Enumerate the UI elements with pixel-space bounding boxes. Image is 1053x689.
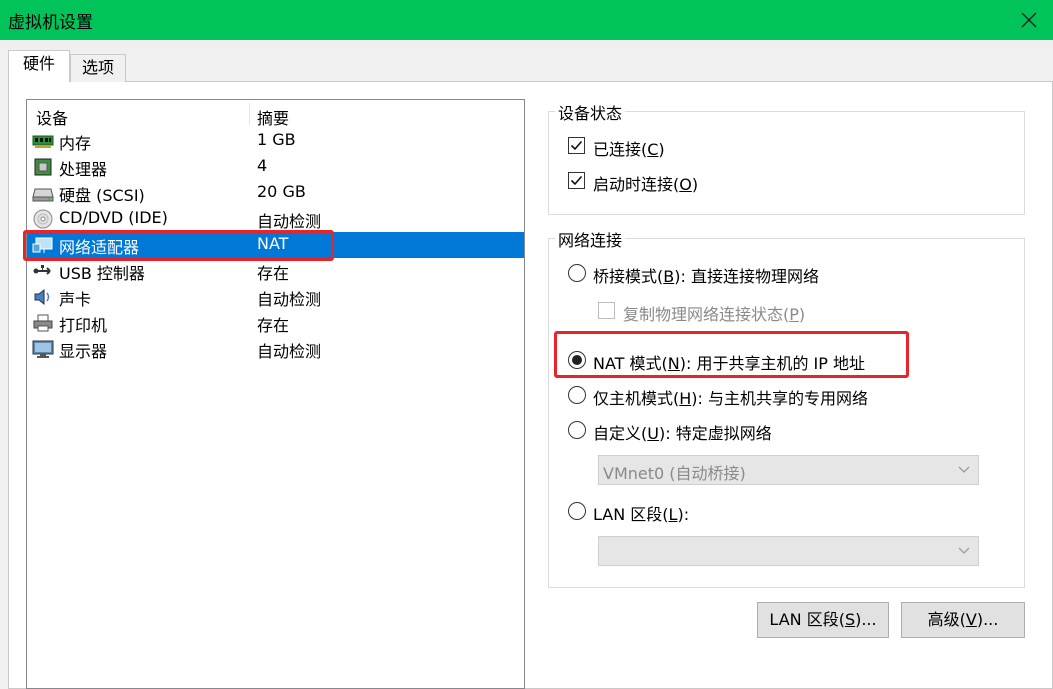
close-icon bbox=[1021, 12, 1037, 28]
label-text: 已连接( bbox=[593, 140, 648, 159]
label-text-end: ) bbox=[798, 305, 806, 324]
close-button[interactable] bbox=[1014, 5, 1044, 35]
custom-network-select[interactable]: VMnet0 (自动桥接) bbox=[598, 455, 979, 485]
device-name: 声卡 bbox=[59, 290, 92, 309]
printer-icon bbox=[33, 314, 53, 332]
lan-segment-label[interactable]: LAN 区段(L): bbox=[593, 501, 689, 525]
device-summary: 自动检测 bbox=[257, 342, 322, 361]
window-title: 虚拟机设置 bbox=[8, 13, 93, 33]
host-only-label[interactable]: 仅主机模式(H): 与主机共享的专用网络 bbox=[593, 385, 868, 409]
memory-icon bbox=[32, 135, 54, 148]
button-text: LAN 区段( bbox=[769, 610, 845, 629]
device-row-printer[interactable]: 打印机 存在 bbox=[27, 310, 524, 336]
title-bar: 虚拟机设置 bbox=[0, 0, 1053, 40]
device-summary: 自动检测 bbox=[257, 212, 322, 231]
button-text-end: )... bbox=[855, 610, 877, 629]
device-summary: 4 bbox=[257, 156, 268, 175]
replicate-state-label[interactable]: 复制物理网络连接状态(P) bbox=[623, 301, 805, 325]
access-key: H bbox=[679, 389, 692, 408]
label-text: 桥接模式( bbox=[593, 267, 664, 286]
chevron-down-icon bbox=[958, 547, 970, 554]
host-only-radio[interactable] bbox=[568, 386, 586, 404]
access-key: B bbox=[663, 267, 675, 286]
access-key: P bbox=[789, 305, 799, 324]
device-summary: 20 GB bbox=[257, 182, 306, 201]
usb-icon bbox=[33, 265, 51, 275]
chevron-down-icon bbox=[958, 466, 970, 473]
device-row-usb[interactable]: USB 控制器 存在 bbox=[27, 258, 524, 284]
access-key: O bbox=[679, 175, 692, 194]
device-name: CD/DVD (IDE) bbox=[59, 208, 168, 227]
label-text: 自定义( bbox=[593, 424, 648, 443]
column-header-summary[interactable]: 摘要 bbox=[257, 105, 289, 129]
network-connection-title: 网络连接 bbox=[555, 227, 626, 251]
list-header: 设备 摘要 bbox=[27, 100, 524, 128]
label-text: 仅主机模式( bbox=[593, 389, 680, 408]
highlight-box-nat bbox=[554, 331, 909, 378]
device-status-title: 设备状态 bbox=[555, 100, 626, 124]
device-summary: 存在 bbox=[257, 316, 290, 335]
device-summary: 1 GB bbox=[257, 130, 296, 149]
lan-segments-button[interactable]: LAN 区段(S)... bbox=[757, 602, 889, 638]
column-header-device[interactable]: 设备 bbox=[36, 105, 68, 129]
tab-options[interactable]: 选项 bbox=[70, 54, 126, 82]
connected-label[interactable]: 已连接(C) bbox=[593, 136, 665, 160]
device-row-processor[interactable]: 处理器 4 bbox=[27, 154, 524, 180]
device-row-hard-disk[interactable]: 硬盘 (SCSI) 20 GB bbox=[27, 180, 524, 206]
device-summary: 自动检测 bbox=[257, 290, 322, 309]
device-name: USB 控制器 bbox=[59, 264, 145, 283]
lan-segment-select[interactable] bbox=[598, 536, 979, 566]
replicate-state-checkbox[interactable] bbox=[598, 302, 615, 319]
device-name: 显示器 bbox=[59, 342, 108, 361]
custom-radio[interactable] bbox=[568, 421, 586, 439]
access-key: C bbox=[647, 140, 659, 159]
column-separator[interactable] bbox=[249, 103, 250, 125]
label-text-end: ): 与主机共享的专用网络 bbox=[691, 389, 869, 408]
cd-dvd-icon bbox=[33, 209, 53, 229]
device-row-memory[interactable]: 内存 1 GB bbox=[27, 128, 524, 154]
bridged-label[interactable]: 桥接模式(B): 直接连接物理网络 bbox=[593, 263, 819, 287]
custom-network-value: VMnet0 (自动桥接) bbox=[603, 464, 746, 483]
highlight-box-network-adapter bbox=[23, 230, 334, 261]
access-key: S bbox=[844, 610, 856, 629]
device-name: 内存 bbox=[59, 134, 92, 153]
label-text: 复制物理网络连接状态( bbox=[623, 305, 790, 324]
label-text-end: ): 特定虚拟网络 bbox=[658, 424, 772, 443]
device-name: 硬盘 (SCSI) bbox=[59, 186, 145, 205]
display-icon bbox=[32, 340, 54, 358]
lan-segment-radio[interactable] bbox=[568, 502, 586, 520]
access-key: V bbox=[965, 610, 977, 629]
device-row-cd-dvd[interactable]: CD/DVD (IDE) 自动检测 bbox=[27, 206, 524, 232]
device-summary: 存在 bbox=[257, 264, 290, 283]
button-text: 高级( bbox=[927, 610, 966, 629]
access-key: U bbox=[647, 424, 659, 443]
device-list[interactable]: 设备 摘要 内存 1 GB 处理器 4 硬盘 (SCSI) 20 GB CD/D… bbox=[26, 99, 525, 689]
device-name: 打印机 bbox=[59, 316, 108, 335]
hard-disk-icon bbox=[32, 188, 54, 202]
button-text-end: )... bbox=[976, 610, 999, 629]
processor-icon bbox=[34, 158, 52, 176]
label-text: LAN 区段( bbox=[593, 505, 669, 524]
checkmark-icon bbox=[570, 140, 583, 151]
custom-label[interactable]: 自定义(U): 特定虚拟网络 bbox=[593, 420, 772, 444]
device-row-display[interactable]: 显示器 自动检测 bbox=[27, 336, 524, 362]
label-text-end: ): 直接连接物理网络 bbox=[674, 267, 819, 286]
checkmark-icon bbox=[570, 175, 583, 186]
device-status-group: 设备状态 bbox=[548, 100, 1025, 215]
label-text-end: ) bbox=[691, 175, 699, 194]
bridged-radio[interactable] bbox=[568, 264, 586, 282]
connected-checkbox[interactable] bbox=[568, 137, 585, 154]
tab-hardware[interactable]: 硬件 bbox=[8, 50, 70, 82]
label-text-end: ): bbox=[677, 505, 690, 524]
sound-card-icon bbox=[34, 288, 50, 306]
label-text: 启动时连接( bbox=[593, 175, 680, 194]
connect-at-power-on-label[interactable]: 启动时连接(O) bbox=[593, 171, 698, 195]
device-name: 处理器 bbox=[59, 160, 108, 179]
device-row-sound-card[interactable]: 声卡 自动检测 bbox=[27, 284, 524, 310]
advanced-button[interactable]: 高级(V)... bbox=[901, 602, 1025, 638]
connect-at-power-on-checkbox[interactable] bbox=[568, 172, 585, 189]
label-text-end: ) bbox=[658, 140, 665, 159]
